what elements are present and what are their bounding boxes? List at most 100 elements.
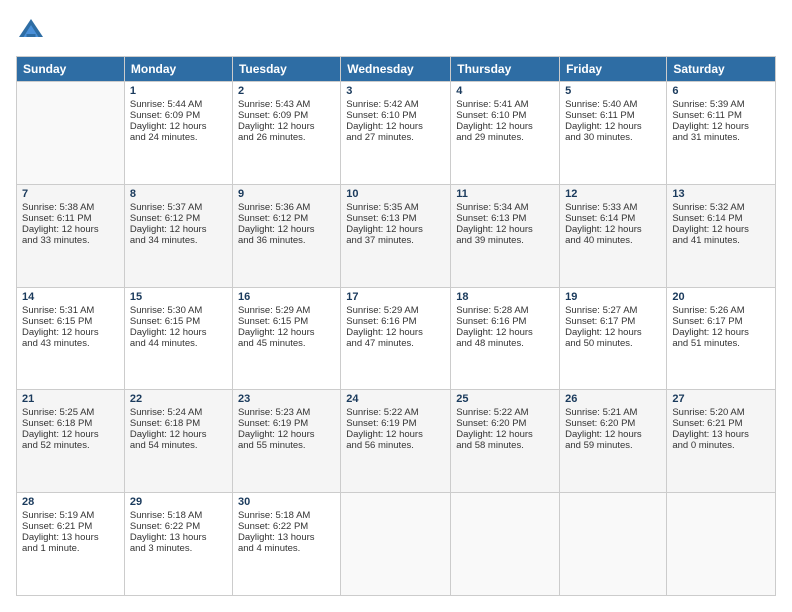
day-info: Daylight: 13 hours	[672, 429, 770, 440]
day-info: Sunset: 6:19 PM	[238, 418, 335, 429]
day-info: Sunrise: 5:26 AM	[672, 305, 770, 316]
day-info: Sunrise: 5:35 AM	[346, 202, 445, 213]
day-info: and 56 minutes.	[346, 440, 445, 451]
day-info: and 29 minutes.	[456, 132, 554, 143]
calendar-cell: 26Sunrise: 5:21 AMSunset: 6:20 PMDayligh…	[560, 390, 667, 493]
day-info: and 24 minutes.	[130, 132, 227, 143]
day-number: 20	[672, 291, 770, 303]
day-info: Sunrise: 5:33 AM	[565, 202, 661, 213]
day-info: Sunset: 6:16 PM	[346, 316, 445, 327]
day-info: Sunset: 6:22 PM	[238, 521, 335, 532]
day-info: and 26 minutes.	[238, 132, 335, 143]
day-number: 24	[346, 393, 445, 405]
logo	[16, 16, 50, 46]
day-info: Daylight: 12 hours	[130, 224, 227, 235]
calendar-header-row: SundayMondayTuesdayWednesdayThursdayFrid…	[17, 57, 776, 82]
day-info: Sunrise: 5:25 AM	[22, 407, 119, 418]
day-info: Daylight: 12 hours	[130, 121, 227, 132]
day-info: Sunset: 6:11 PM	[22, 213, 119, 224]
day-info: and 47 minutes.	[346, 338, 445, 349]
week-row-5: 28Sunrise: 5:19 AMSunset: 6:21 PMDayligh…	[17, 493, 776, 596]
day-number: 26	[565, 393, 661, 405]
calendar-cell	[341, 493, 451, 596]
day-info: Sunrise: 5:27 AM	[565, 305, 661, 316]
col-header-wednesday: Wednesday	[341, 57, 451, 82]
day-info: Daylight: 12 hours	[672, 327, 770, 338]
day-info: Daylight: 12 hours	[238, 224, 335, 235]
calendar-cell: 10Sunrise: 5:35 AMSunset: 6:13 PMDayligh…	[341, 184, 451, 287]
calendar-cell: 4Sunrise: 5:41 AMSunset: 6:10 PMDaylight…	[451, 82, 560, 185]
calendar-cell: 12Sunrise: 5:33 AMSunset: 6:14 PMDayligh…	[560, 184, 667, 287]
day-info: Daylight: 13 hours	[238, 532, 335, 543]
day-info: Sunset: 6:20 PM	[565, 418, 661, 429]
day-info: Sunset: 6:15 PM	[238, 316, 335, 327]
calendar-cell: 18Sunrise: 5:28 AMSunset: 6:16 PMDayligh…	[451, 287, 560, 390]
day-info: Sunset: 6:13 PM	[346, 213, 445, 224]
day-info: Daylight: 12 hours	[565, 327, 661, 338]
day-info: Sunrise: 5:30 AM	[130, 305, 227, 316]
day-number: 22	[130, 393, 227, 405]
day-info: Daylight: 12 hours	[22, 224, 119, 235]
day-info: Sunset: 6:11 PM	[672, 110, 770, 121]
day-info: and 45 minutes.	[238, 338, 335, 349]
day-info: and 55 minutes.	[238, 440, 335, 451]
day-number: 16	[238, 291, 335, 303]
day-info: and 33 minutes.	[22, 235, 119, 246]
day-info: Sunrise: 5:31 AM	[22, 305, 119, 316]
calendar-cell: 20Sunrise: 5:26 AMSunset: 6:17 PMDayligh…	[667, 287, 776, 390]
day-info: Sunset: 6:18 PM	[130, 418, 227, 429]
day-info: Daylight: 12 hours	[22, 429, 119, 440]
day-info: Sunset: 6:14 PM	[672, 213, 770, 224]
calendar-cell: 3Sunrise: 5:42 AMSunset: 6:10 PMDaylight…	[341, 82, 451, 185]
day-info: Sunrise: 5:22 AM	[456, 407, 554, 418]
calendar-cell: 29Sunrise: 5:18 AMSunset: 6:22 PMDayligh…	[124, 493, 232, 596]
day-info: Sunrise: 5:36 AM	[238, 202, 335, 213]
day-info: Sunset: 6:17 PM	[565, 316, 661, 327]
day-info: Daylight: 12 hours	[130, 327, 227, 338]
calendar-cell: 25Sunrise: 5:22 AMSunset: 6:20 PMDayligh…	[451, 390, 560, 493]
day-info: and 51 minutes.	[672, 338, 770, 349]
day-info: Sunset: 6:21 PM	[672, 418, 770, 429]
calendar-cell: 13Sunrise: 5:32 AMSunset: 6:14 PMDayligh…	[667, 184, 776, 287]
day-info: Sunrise: 5:20 AM	[672, 407, 770, 418]
day-info: Daylight: 12 hours	[238, 121, 335, 132]
day-info: Sunrise: 5:34 AM	[456, 202, 554, 213]
calendar-cell: 17Sunrise: 5:29 AMSunset: 6:16 PMDayligh…	[341, 287, 451, 390]
day-info: and 30 minutes.	[565, 132, 661, 143]
day-info: Sunrise: 5:21 AM	[565, 407, 661, 418]
calendar-cell	[451, 493, 560, 596]
page: SundayMondayTuesdayWednesdayThursdayFrid…	[0, 0, 792, 612]
calendar-cell: 22Sunrise: 5:24 AMSunset: 6:18 PMDayligh…	[124, 390, 232, 493]
day-info: Sunrise: 5:39 AM	[672, 99, 770, 110]
day-info: Sunrise: 5:23 AM	[238, 407, 335, 418]
day-number: 25	[456, 393, 554, 405]
day-info: and 52 minutes.	[22, 440, 119, 451]
day-info: and 1 minute.	[22, 543, 119, 554]
day-info: Sunrise: 5:40 AM	[565, 99, 661, 110]
day-info: Daylight: 13 hours	[130, 532, 227, 543]
day-info: and 3 minutes.	[130, 543, 227, 554]
day-info: and 4 minutes.	[238, 543, 335, 554]
day-info: and 48 minutes.	[456, 338, 554, 349]
col-header-thursday: Thursday	[451, 57, 560, 82]
day-info: Sunrise: 5:18 AM	[238, 510, 335, 521]
day-info: and 54 minutes.	[130, 440, 227, 451]
day-number: 12	[565, 188, 661, 200]
day-info: Sunset: 6:09 PM	[238, 110, 335, 121]
day-info: Sunset: 6:18 PM	[22, 418, 119, 429]
week-row-3: 14Sunrise: 5:31 AMSunset: 6:15 PMDayligh…	[17, 287, 776, 390]
day-info: and 37 minutes.	[346, 235, 445, 246]
day-info: Sunset: 6:14 PM	[565, 213, 661, 224]
calendar-cell: 16Sunrise: 5:29 AMSunset: 6:15 PMDayligh…	[232, 287, 340, 390]
day-info: Daylight: 12 hours	[238, 429, 335, 440]
day-number: 11	[456, 188, 554, 200]
calendar-table: SundayMondayTuesdayWednesdayThursdayFrid…	[16, 56, 776, 596]
day-info: Daylight: 13 hours	[22, 532, 119, 543]
day-number: 23	[238, 393, 335, 405]
day-info: Daylight: 12 hours	[346, 327, 445, 338]
day-info: and 0 minutes.	[672, 440, 770, 451]
day-info: and 40 minutes.	[565, 235, 661, 246]
col-header-sunday: Sunday	[17, 57, 125, 82]
day-number: 1	[130, 85, 227, 97]
calendar-cell: 28Sunrise: 5:19 AMSunset: 6:21 PMDayligh…	[17, 493, 125, 596]
